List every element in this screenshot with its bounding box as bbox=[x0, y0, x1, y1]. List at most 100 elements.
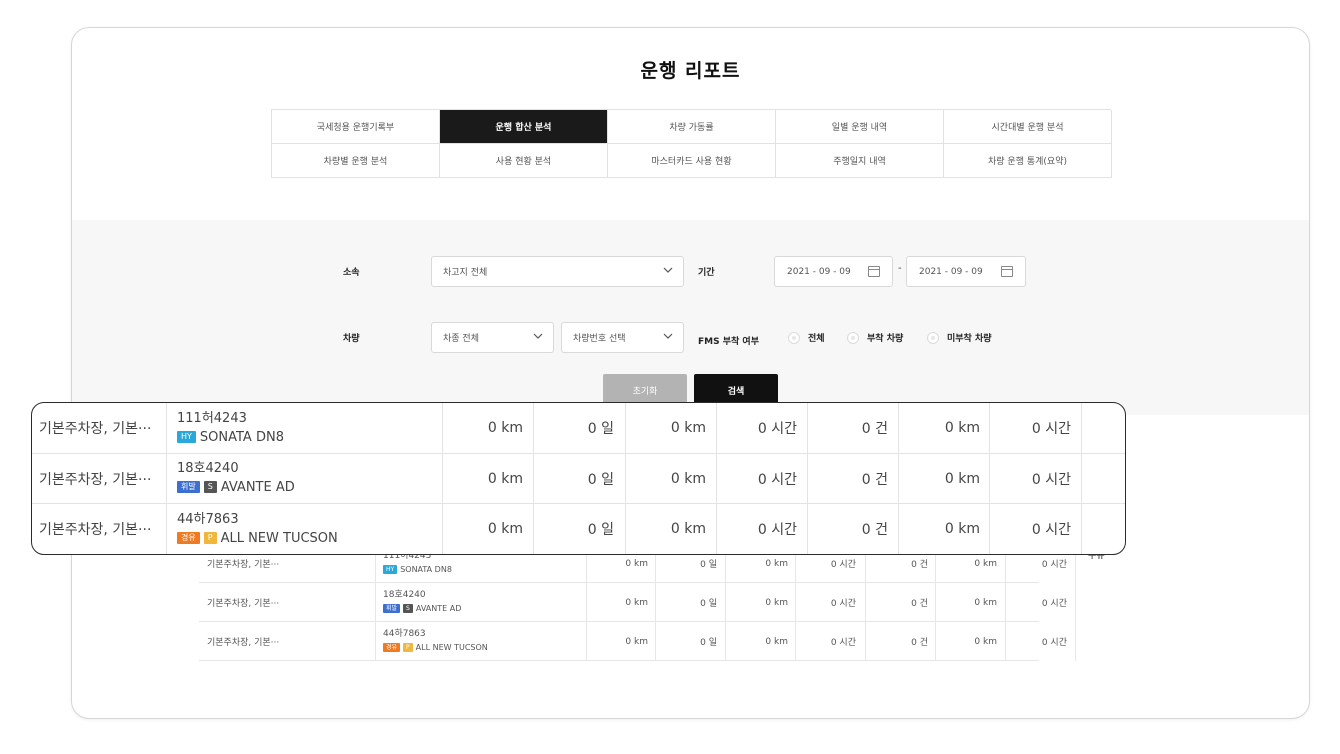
plate-number: 44하7863 bbox=[383, 629, 426, 639]
page-title: 운행 리포트 bbox=[640, 60, 741, 82]
vehicle-cell: 18호4240 휘발 S AVANTE AD bbox=[383, 583, 461, 622]
vehicle-cell: 44하7863 경유 P ALL NEW TUCSON bbox=[177, 504, 338, 554]
table-row[interactable]: 기본주차장, 기본··· 111허4243 HY SONATA DN8 0 km 0 일 0… bbox=[32, 403, 1125, 454]
vehicle-model: ALL NEW TUCSON bbox=[415, 643, 488, 652]
tab-item[interactable]: 차량별 운행 분석 bbox=[272, 144, 440, 178]
vehicle-cell: 18호4240 휘발 S AVANTE AD bbox=[177, 454, 295, 504]
radio-icon bbox=[788, 331, 800, 344]
vehicle-type-value: 차종 전체 bbox=[443, 334, 479, 344]
fuel-badge: 휘발 bbox=[383, 604, 401, 613]
location-cell: 기본주차장, 기본··· bbox=[207, 638, 280, 648]
fms-radio-attached[interactable]: 부착 차량 bbox=[847, 331, 903, 344]
metric-cell: 0 시간 bbox=[1031, 522, 1071, 538]
fuel-badge: 휘발 bbox=[177, 481, 200, 493]
table-row[interactable]: 기본주차장, 기본··· 44하7863 경유 P ALL NEW TUCSON 0 km… bbox=[199, 622, 1076, 661]
date-from-field[interactable]: 2021 - 09 - 09 bbox=[774, 256, 893, 287]
filter-panel: 소속 차고지 전체 기간 2021 - 09 - 09 - 2021 - 09 … bbox=[72, 220, 1309, 415]
vehicle-model: AVANTE AD bbox=[415, 604, 462, 613]
fms-radio-label: 전체 bbox=[808, 334, 825, 344]
vehicle-number-select[interactable]: 차량번호 선택 bbox=[561, 322, 684, 353]
metric-cell: 0 km bbox=[944, 470, 980, 487]
fms-radio-unattached[interactable]: 미부착 차량 bbox=[927, 331, 992, 344]
zoomed-table-callout: 기본주차장, 기본··· 111허4243 HY SONATA DN8 0 km 0 일 0… bbox=[31, 402, 1126, 555]
metric-cell: 0 일 bbox=[587, 421, 614, 437]
vehicle-model: AVANTE AD bbox=[220, 480, 295, 495]
column-divider bbox=[1081, 453, 1082, 505]
metric-cell: 0 km bbox=[487, 521, 523, 537]
fuel-badge: P bbox=[203, 531, 217, 544]
vehicle-info: 휘발 S AVANTE AD bbox=[383, 602, 461, 616]
radio-icon bbox=[927, 331, 939, 344]
column-divider bbox=[1081, 403, 1082, 454]
tab-item[interactable]: 마스터카드 사용 현황 bbox=[608, 144, 776, 178]
date-separator: - bbox=[898, 263, 902, 274]
table-row[interactable]: 기본주차장, 기본··· 18호4240 휘발 S AVANTE AD 0 km 0 일0 … bbox=[199, 583, 1076, 622]
location-cell: 기본주차장, 기본··· bbox=[207, 599, 280, 609]
metric-cell: 0 일 bbox=[587, 522, 614, 538]
vehicle-model: SONATA DN8 bbox=[199, 429, 284, 445]
column-divider bbox=[166, 453, 167, 505]
fms-radio-all[interactable]: 전체 bbox=[788, 331, 825, 344]
metric-cell: 0 시간 bbox=[757, 421, 797, 437]
metric-cell: 0 시간 bbox=[757, 471, 797, 488]
tab-item[interactable]: 국세청용 운행기록부 bbox=[272, 110, 440, 144]
chevron-down-icon bbox=[663, 333, 673, 339]
metric-cell: 0 건 bbox=[861, 471, 888, 488]
metric-cell: 0 시간 bbox=[1041, 599, 1067, 609]
fuel-badge: HY bbox=[383, 565, 398, 574]
date-to-field[interactable]: 2021 - 09 - 09 bbox=[906, 256, 1026, 287]
metric-cell: 0 건 bbox=[861, 421, 888, 437]
plate-number: 18호4240 bbox=[177, 461, 239, 476]
affiliation-value: 차고지 전체 bbox=[443, 268, 488, 278]
metric-cell: 0 시간 bbox=[1031, 471, 1071, 488]
metric-cell: 0 km bbox=[487, 470, 523, 487]
metric-cell: 0 km bbox=[670, 420, 706, 436]
tab-item[interactable]: 차량 운행 통계(요약) bbox=[944, 144, 1112, 178]
report-table: 기본주차장, 기본··· 111허4243 HY SONATA DN8 0 km 0 일0… bbox=[199, 544, 1076, 661]
vehicle-label: 차량 bbox=[343, 334, 360, 344]
vehicle-type-select[interactable]: 차종 전체 bbox=[431, 322, 554, 353]
location-cell: 기본주차장, 기본··· bbox=[39, 522, 152, 538]
fuel-badge: S bbox=[203, 481, 217, 493]
column-divider bbox=[166, 403, 167, 454]
plate-number: 111허4243 bbox=[177, 410, 247, 426]
calendar-icon bbox=[868, 266, 880, 277]
vehicle-number-placeholder: 차량번호 선택 bbox=[573, 334, 626, 344]
fms-radio-label: 부착 차량 bbox=[867, 334, 904, 344]
location-cell: 기본주차장, 기본··· bbox=[39, 471, 152, 488]
table-row[interactable]: 기본주차장, 기본··· 44하7863 경유 P ALL NEW TUCSON 0 km… bbox=[32, 504, 1125, 554]
fms-label: FMS 부착 여부 bbox=[698, 337, 759, 347]
tab-item[interactable]: 사용 현황 분석 bbox=[440, 144, 608, 178]
fuel-badge: 경유 bbox=[383, 643, 401, 652]
calendar-icon bbox=[1001, 266, 1013, 277]
tab-item[interactable]: 일별 운행 내역 bbox=[776, 110, 944, 144]
plate-number: 18호4240 bbox=[383, 590, 426, 600]
tab-item[interactable]: 주행일지 내역 bbox=[776, 144, 944, 178]
column-divider bbox=[166, 504, 167, 554]
affiliation-select[interactable]: 차고지 전체 bbox=[431, 256, 684, 287]
date-to-value: 2021 - 09 - 09 bbox=[919, 266, 983, 277]
period-label: 기간 bbox=[698, 268, 715, 278]
metric-cell: 0 시간 bbox=[1031, 421, 1071, 437]
column-divider bbox=[1075, 583, 1076, 622]
metric-cell: 0 km bbox=[670, 470, 706, 487]
tab-item[interactable]: 차량 가동률 bbox=[608, 110, 776, 144]
tab-item[interactable]: 시간대별 운행 분석 bbox=[944, 110, 1112, 144]
location-cell: 기본주차장, 기본··· bbox=[39, 421, 152, 437]
fuel-badge: S bbox=[403, 604, 413, 613]
date-from-value: 2021 - 09 - 09 bbox=[787, 266, 851, 277]
column-divider bbox=[375, 583, 376, 622]
plate-number: 44하7863 bbox=[177, 511, 239, 527]
fuel-badge: 경유 bbox=[177, 531, 200, 544]
table-row[interactable]: 기본주차장, 기본··· 18호4240 휘발 S AVANTE AD 0 km 0 일0 … bbox=[32, 453, 1125, 505]
vehicle-info: HY SONATA DN8 bbox=[383, 563, 452, 577]
metric-cell: 0 km bbox=[944, 420, 980, 436]
vehicle-info: 경유 P ALL NEW TUCSON bbox=[177, 529, 338, 548]
vehicle-info: 경유 P ALL NEW TUCSON bbox=[383, 641, 488, 655]
metric-cell: 0 시간 bbox=[757, 522, 797, 538]
vehicle-cell: 44하7863 경유 P ALL NEW TUCSON bbox=[383, 622, 488, 661]
tab-item[interactable]: 운행 합산 분석 bbox=[440, 110, 608, 144]
column-divider bbox=[1075, 622, 1076, 661]
fuel-badge: P bbox=[403, 643, 413, 652]
vehicle-info: 휘발 S AVANTE AD bbox=[177, 478, 295, 497]
